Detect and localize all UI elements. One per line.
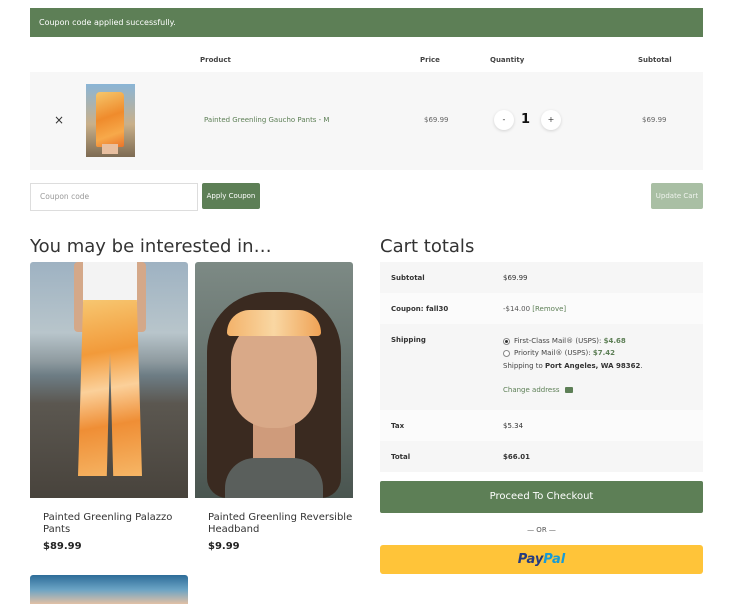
product-price: $69.99 [424, 116, 449, 124]
proceed-to-checkout-button[interactable]: Proceed To Checkout [380, 481, 703, 513]
tax-value: $5.34 [503, 422, 524, 430]
subtotal-value: $69.99 [503, 274, 528, 282]
change-address-link[interactable]: Change address [503, 386, 643, 394]
or-divider: — OR — [527, 526, 556, 534]
coupon-value-wrap: -$14.00 [Remove] [503, 305, 566, 313]
header-price: Price [420, 56, 440, 64]
row-subtotal: $69.99 [642, 116, 667, 124]
shipping-option-price: $7.42 [592, 349, 616, 357]
cart-totals-heading: Cart totals [380, 236, 475, 257]
product-card-title[interactable]: Painted Greenling Reversible Headband [208, 512, 353, 536]
product-card[interactable]: Painted Greenling Reversible Headband $9… [195, 262, 353, 552]
product-name-link[interactable]: Painted Greenling Gaucho Pants - M [204, 116, 329, 124]
change-address-label[interactable]: Change address [503, 386, 560, 394]
quantity-value[interactable]: 1 [521, 112, 530, 127]
product-card-price: $9.99 [208, 541, 240, 552]
product-card-partial[interactable] [30, 575, 188, 604]
close-icon[interactable]: × [54, 114, 64, 126]
shipping-row: Shipping First-Class Mail® (USPS): $4.68… [380, 324, 703, 410]
product-card-price: $89.99 [43, 541, 82, 552]
paypal-logo-part2: Pal [543, 552, 566, 567]
radio-selected[interactable] [503, 337, 510, 345]
coupon-row: Coupon: fall30 -$14.00 [Remove] [380, 293, 703, 324]
interest-heading: You may be interested in… [30, 236, 272, 257]
total-row: Total $66.01 [380, 441, 703, 472]
header-subtotal: Subtotal [638, 56, 672, 64]
subtotal-row: Subtotal $69.99 [380, 262, 703, 293]
legs-shape [102, 144, 118, 154]
coupon-code-input[interactable]: Coupon code [30, 183, 198, 211]
quantity-increase-button[interactable]: + [541, 110, 561, 130]
radio-unselected[interactable] [503, 349, 510, 357]
remove-coupon-link[interactable]: [Remove] [532, 305, 566, 313]
pants-shape [78, 300, 142, 476]
apply-coupon-button[interactable]: Apply Coupon [202, 183, 260, 209]
ship-to-place: Port Angeles, WA 98362 [545, 362, 641, 370]
subtotal-label: Subtotal [391, 274, 425, 282]
shipping-option-name: First-Class Mail® (USPS): [514, 337, 602, 345]
product-card-title[interactable]: Painted Greenling Palazzo Pants [43, 512, 188, 536]
update-cart-button[interactable]: Update Cart [651, 183, 703, 209]
truck-icon [564, 387, 573, 393]
total-label: Total [391, 453, 411, 461]
product-image[interactable] [30, 262, 188, 498]
shipping-label: Shipping [391, 336, 426, 344]
paypal-button[interactable]: PayPal [380, 545, 703, 574]
quantity-decrease-button[interactable]: - [494, 110, 514, 130]
neck-shape [253, 422, 295, 462]
total-value: $66.01 [503, 453, 531, 461]
paypal-logo-part1: Pay [517, 552, 544, 567]
coupon-value: -$14.00 [503, 305, 531, 313]
top-shape [83, 262, 137, 302]
cart-item-row: × Painted Greenling Gaucho Pants - M $69… [30, 72, 703, 170]
product-card[interactable]: Painted Greenling Palazzo Pants $89.99 [30, 262, 188, 552]
shipping-option-price: $4.68 [603, 337, 626, 345]
header-quantity: Quantity [490, 56, 525, 64]
shipping-option-name: Priority Mail® (USPS): [514, 349, 591, 357]
pants-shape [96, 92, 124, 147]
cart-table-header: Product Price Quantity Subtotal [30, 56, 703, 70]
ship-to-prefix: Shipping to [503, 362, 543, 370]
shipping-options: First-Class Mail® (USPS): $4.68 Priority… [503, 335, 643, 394]
headband-shape [227, 310, 321, 336]
tax-row: Tax $5.34 [380, 410, 703, 441]
shirt-shape [225, 458, 323, 498]
product-thumbnail[interactable] [86, 84, 135, 157]
shipping-option-first-class[interactable]: First-Class Mail® (USPS): $4.68 [503, 335, 643, 347]
product-image[interactable] [195, 262, 353, 498]
coupon-label: Coupon: fall30 [391, 305, 449, 313]
ship-to-text: Shipping to Port Angeles, WA 98362. [503, 362, 643, 370]
tax-label: Tax [391, 422, 405, 430]
success-notice: Coupon code applied successfully. [30, 8, 703, 37]
header-product: Product [200, 56, 231, 64]
shipping-option-priority[interactable]: Priority Mail® (USPS): $7.42 [503, 347, 643, 359]
cart-totals-table: Subtotal $69.99 Coupon: fall30 -$14.00 [… [380, 262, 703, 472]
